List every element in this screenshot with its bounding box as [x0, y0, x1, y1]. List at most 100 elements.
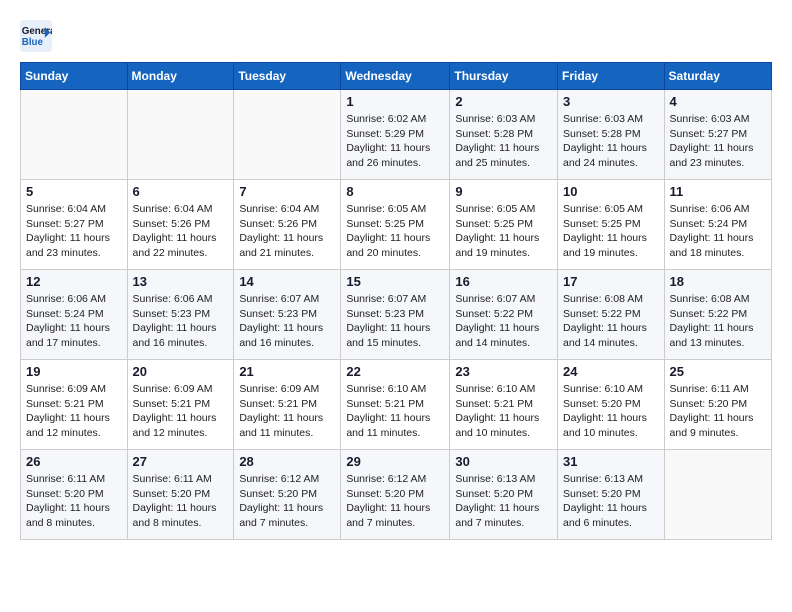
weekday-header-wednesday: Wednesday	[341, 63, 450, 90]
weekday-header-thursday: Thursday	[450, 63, 558, 90]
day-number: 31	[563, 454, 659, 469]
calendar-week-1: 1 Sunrise: 6:02 AMSunset: 5:29 PMDaylight…	[21, 90, 772, 180]
day-detail: Sunrise: 6:12 AMSunset: 5:20 PMDaylight:…	[239, 472, 335, 531]
day-number: 7	[239, 184, 335, 199]
calendar-cell	[127, 90, 234, 180]
calendar-cell: 29Sunrise: 6:12 AMSunset: 5:20 PMDayligh…	[341, 450, 450, 540]
day-detail: Sunrise: 6:11 AMSunset: 5:20 PMDaylight:…	[26, 472, 122, 531]
calendar-cell: 19Sunrise: 6:09 AMSunset: 5:21 PMDayligh…	[21, 360, 128, 450]
day-detail: Sunrise: 6:03 AMSunset: 5:28 PMDaylight:…	[563, 112, 659, 171]
calendar-cell: 12 Sunrise: 6:06 AMSunset: 5:24 PMDayligh…	[21, 270, 128, 360]
calendar-cell: 3 Sunrise: 6:03 AMSunset: 5:28 PMDaylight…	[558, 90, 665, 180]
day-number: 6	[133, 184, 229, 199]
svg-text:Blue: Blue	[22, 37, 44, 48]
day-detail: Sunrise: 6:03 AMSunset: 5:27 PMDaylight:…	[670, 112, 766, 171]
day-detail: Sunrise: 6:13 AMSunset: 5:20 PMDaylight:…	[563, 472, 659, 531]
day-detail: Sunrise: 6:09 AMSunset: 5:21 PMDaylight:…	[133, 382, 229, 441]
calendar-cell: 25 Sunrise: 6:11 AMSunset: 5:20 PMDayligh…	[664, 360, 771, 450]
day-detail: Sunrise: 6:04 AMSunset: 5:26 PMDaylight:…	[239, 202, 335, 261]
calendar-cell: 21 Sunrise: 6:09 AMSunset: 5:21 PMDayligh…	[234, 360, 341, 450]
calendar-body: 1 Sunrise: 6:02 AMSunset: 5:29 PMDaylight…	[21, 90, 772, 540]
calendar-cell: 24 Sunrise: 6:10 AMSunset: 5:20 PMDayligh…	[558, 360, 665, 450]
day-number: 9	[455, 184, 552, 199]
day-number: 30	[455, 454, 552, 469]
calendar-cell: 7 Sunrise: 6:04 AMSunset: 5:26 PMDaylight…	[234, 180, 341, 270]
logo-icon: General Blue	[20, 20, 52, 52]
calendar-cell: 30Sunrise: 6:13 AMSunset: 5:20 PMDayligh…	[450, 450, 558, 540]
day-number: 21	[239, 364, 335, 379]
day-detail: Sunrise: 6:10 AMSunset: 5:21 PMDaylight:…	[346, 382, 444, 441]
day-number: 10	[563, 184, 659, 199]
weekday-header-row: SundayMondayTuesdayWednesdayThursdayFrid…	[21, 63, 772, 90]
day-detail: Sunrise: 6:08 AMSunset: 5:22 PMDaylight:…	[670, 292, 766, 351]
weekday-header-friday: Friday	[558, 63, 665, 90]
calendar-cell: 15 Sunrise: 6:07 AMSunset: 5:23 PMDayligh…	[341, 270, 450, 360]
page-header: General Blue	[20, 20, 772, 52]
calendar-cell: 14Sunrise: 6:07 AMSunset: 5:23 PMDayligh…	[234, 270, 341, 360]
day-detail: Sunrise: 6:07 AMSunset: 5:22 PMDaylight:…	[455, 292, 552, 351]
day-detail: Sunrise: 6:06 AMSunset: 5:23 PMDaylight:…	[133, 292, 229, 351]
day-detail: Sunrise: 6:10 AMSunset: 5:20 PMDaylight:…	[563, 382, 659, 441]
day-detail: Sunrise: 6:07 AMSunset: 5:23 PMDaylight:…	[346, 292, 444, 351]
day-detail: Sunrise: 6:02 AMSunset: 5:29 PMDaylight:…	[346, 112, 444, 171]
day-detail: Sunrise: 6:10 AMSunset: 5:21 PMDaylight:…	[455, 382, 552, 441]
weekday-header-tuesday: Tuesday	[234, 63, 341, 90]
day-detail: Sunrise: 6:06 AMSunset: 5:24 PMDaylight:…	[26, 292, 122, 351]
calendar-cell: 31 Sunrise: 6:13 AMSunset: 5:20 PMDayligh…	[558, 450, 665, 540]
calendar-cell: 17Sunrise: 6:08 AMSunset: 5:22 PMDayligh…	[558, 270, 665, 360]
calendar-cell	[21, 90, 128, 180]
calendar-week-4: 19Sunrise: 6:09 AMSunset: 5:21 PMDayligh…	[21, 360, 772, 450]
calendar-cell: 4Sunrise: 6:03 AMSunset: 5:27 PMDaylight…	[664, 90, 771, 180]
calendar-cell: 11 Sunrise: 6:06 AMSunset: 5:24 PMDayligh…	[664, 180, 771, 270]
calendar-cell: 18 Sunrise: 6:08 AMSunset: 5:22 PMDayligh…	[664, 270, 771, 360]
day-detail: Sunrise: 6:04 AMSunset: 5:27 PMDaylight:…	[26, 202, 122, 261]
calendar-cell: 5 Sunrise: 6:04 AMSunset: 5:27 PMDaylight…	[21, 180, 128, 270]
day-number: 11	[670, 184, 766, 199]
calendar-cell	[664, 450, 771, 540]
calendar-cell: 22 Sunrise: 6:10 AMSunset: 5:21 PMDayligh…	[341, 360, 450, 450]
day-detail: Sunrise: 6:06 AMSunset: 5:24 PMDaylight:…	[670, 202, 766, 261]
day-number: 12	[26, 274, 122, 289]
logo: General Blue	[20, 20, 52, 52]
day-number: 27	[133, 454, 229, 469]
calendar-week-3: 12 Sunrise: 6:06 AMSunset: 5:24 PMDayligh…	[21, 270, 772, 360]
calendar-cell: 27Sunrise: 6:11 AMSunset: 5:20 PMDayligh…	[127, 450, 234, 540]
day-detail: Sunrise: 6:12 AMSunset: 5:20 PMDaylight:…	[346, 472, 444, 531]
day-detail: Sunrise: 6:08 AMSunset: 5:22 PMDaylight:…	[563, 292, 659, 351]
day-detail: Sunrise: 6:05 AMSunset: 5:25 PMDaylight:…	[455, 202, 552, 261]
day-detail: Sunrise: 6:09 AMSunset: 5:21 PMDaylight:…	[26, 382, 122, 441]
day-number: 5	[26, 184, 122, 199]
calendar-cell: 2 Sunrise: 6:03 AMSunset: 5:28 PMDaylight…	[450, 90, 558, 180]
weekday-header-monday: Monday	[127, 63, 234, 90]
calendar-week-2: 5 Sunrise: 6:04 AMSunset: 5:27 PMDaylight…	[21, 180, 772, 270]
day-number: 15	[346, 274, 444, 289]
day-number: 28	[239, 454, 335, 469]
day-number: 2	[455, 94, 552, 109]
calendar-cell: 23 Sunrise: 6:10 AMSunset: 5:21 PMDayligh…	[450, 360, 558, 450]
day-number: 18	[670, 274, 766, 289]
calendar-cell: 16Sunrise: 6:07 AMSunset: 5:22 PMDayligh…	[450, 270, 558, 360]
day-number: 13	[133, 274, 229, 289]
day-number: 3	[563, 94, 659, 109]
day-number: 24	[563, 364, 659, 379]
day-number: 1	[346, 94, 444, 109]
calendar-cell: 20 Sunrise: 6:09 AMSunset: 5:21 PMDayligh…	[127, 360, 234, 450]
calendar-cell: 9 Sunrise: 6:05 AMSunset: 5:25 PMDaylight…	[450, 180, 558, 270]
weekday-header-sunday: Sunday	[21, 63, 128, 90]
calendar-cell: 26Sunrise: 6:11 AMSunset: 5:20 PMDayligh…	[21, 450, 128, 540]
day-number: 23	[455, 364, 552, 379]
day-number: 8	[346, 184, 444, 199]
day-detail: Sunrise: 6:11 AMSunset: 5:20 PMDaylight:…	[670, 382, 766, 441]
day-detail: Sunrise: 6:03 AMSunset: 5:28 PMDaylight:…	[455, 112, 552, 171]
calendar-cell: 28 Sunrise: 6:12 AMSunset: 5:20 PMDayligh…	[234, 450, 341, 540]
day-number: 25	[670, 364, 766, 379]
day-number: 20	[133, 364, 229, 379]
day-detail: Sunrise: 6:05 AMSunset: 5:25 PMDaylight:…	[346, 202, 444, 261]
day-detail: Sunrise: 6:09 AMSunset: 5:21 PMDaylight:…	[239, 382, 335, 441]
day-number: 14	[239, 274, 335, 289]
day-detail: Sunrise: 6:05 AMSunset: 5:25 PMDaylight:…	[563, 202, 659, 261]
calendar-cell	[234, 90, 341, 180]
weekday-header-saturday: Saturday	[664, 63, 771, 90]
calendar-cell: 13 Sunrise: 6:06 AMSunset: 5:23 PMDayligh…	[127, 270, 234, 360]
day-number: 22	[346, 364, 444, 379]
